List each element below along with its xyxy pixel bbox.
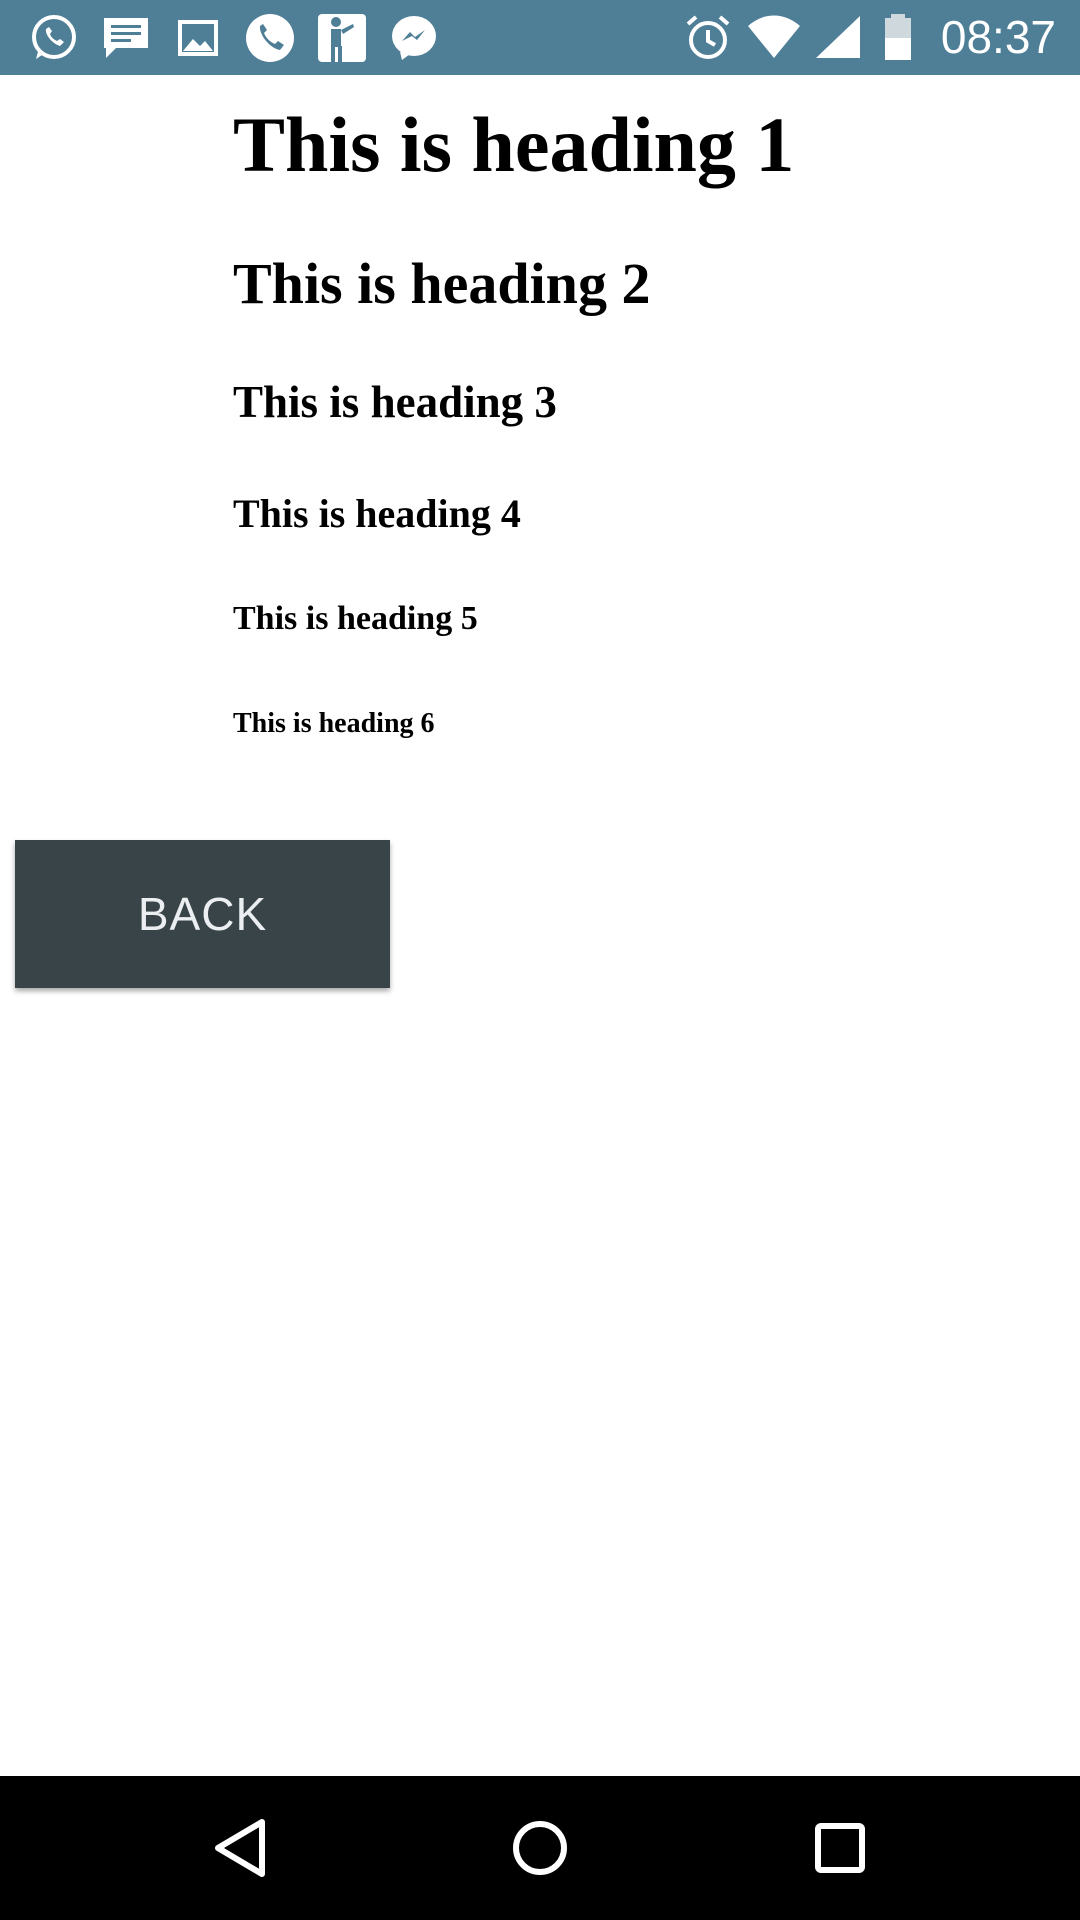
heading-1: This is heading 1 — [233, 101, 795, 188]
battery-icon — [880, 12, 916, 64]
image-icon — [172, 12, 224, 64]
clock: 08:37 — [940, 11, 1056, 63]
message-icon — [100, 12, 152, 64]
back-triangle-icon[interactable] — [200, 1808, 280, 1888]
navigation-bar — [0, 1776, 1080, 1920]
heading-3: This is heading 3 — [233, 377, 557, 427]
person-icon — [316, 12, 368, 64]
heading-6: This is heading 6 — [233, 708, 435, 739]
signal-icon — [812, 12, 862, 64]
whatsapp-icon — [28, 12, 80, 64]
recents-square-icon[interactable] — [800, 1808, 880, 1888]
back-button[interactable]: BACK — [15, 840, 390, 988]
heading-4: This is heading 4 — [233, 491, 521, 536]
heading-5: This is heading 5 — [233, 600, 478, 637]
heading-2: This is heading 2 — [233, 251, 651, 316]
wifi-icon — [746, 12, 802, 64]
home-circle-icon[interactable] — [500, 1808, 580, 1888]
web-content: This is heading 1 This is heading 2 This… — [0, 75, 1080, 1776]
status-bar: 08:37 — [0, 0, 1080, 75]
phone-icon — [244, 12, 296, 64]
alarm-icon — [682, 12, 734, 64]
messenger-icon — [388, 12, 440, 64]
